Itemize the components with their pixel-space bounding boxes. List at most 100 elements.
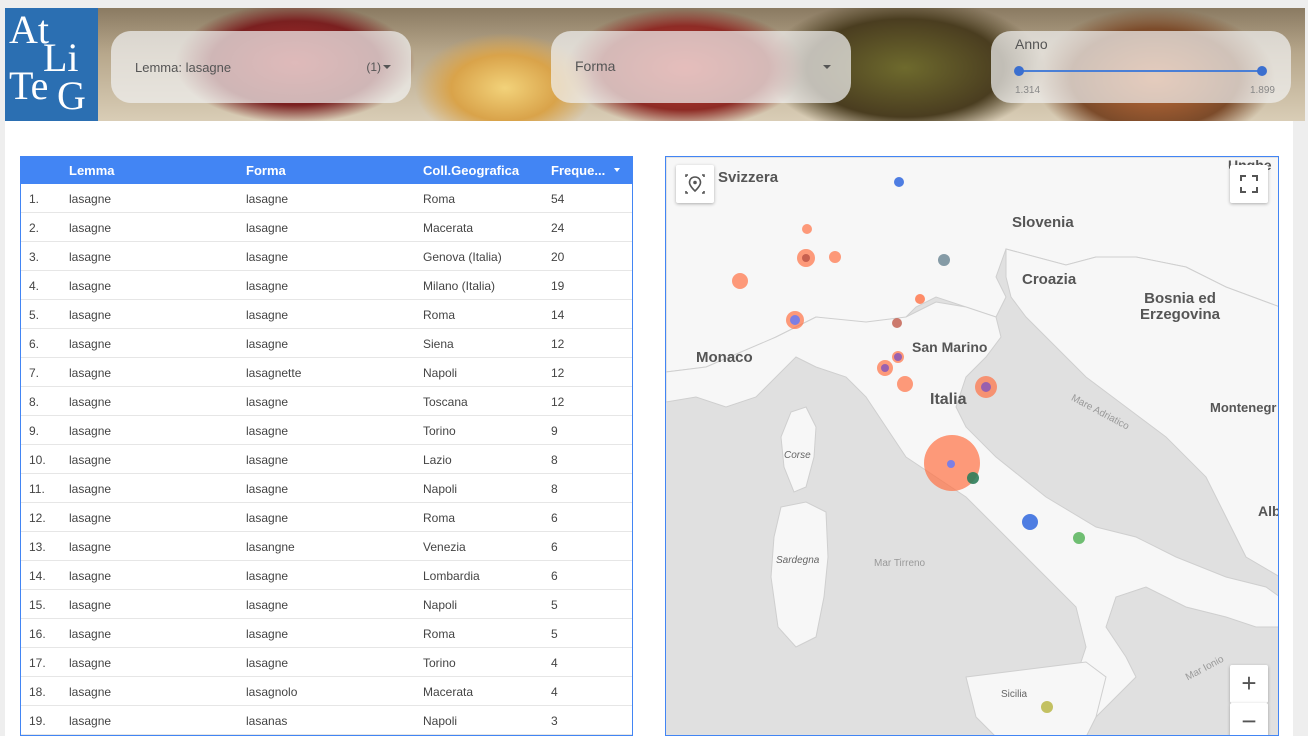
cell-coll-geografica: Lombardia [423, 569, 480, 583]
map-canvas[interactable] [666, 157, 1279, 736]
forma-filter[interactable]: Forma [551, 31, 851, 103]
map-bubble[interactable] [947, 460, 955, 468]
land-sardinia [770, 501, 829, 648]
table-row[interactable]: 19. lasagne lasanas Napoli 3 [21, 706, 632, 735]
table-row[interactable]: 17. lasagne lasagne Torino 4 [21, 648, 632, 677]
table-row[interactable]: 9. lasagne lasagne Torino 9 [21, 416, 632, 445]
cell-lemma: lasagne [69, 482, 112, 496]
cell-lemma: lasagne [69, 424, 112, 438]
cell-forma: lasagne [246, 250, 289, 264]
map-bubble[interactable] [802, 254, 810, 262]
map-bubble[interactable] [967, 472, 979, 484]
table-row[interactable]: 13. lasagne lasangne Venezia 6 [21, 532, 632, 561]
anno-slider-min-handle[interactable] [1014, 66, 1024, 76]
table-row[interactable]: 8. lasagne lasagne Toscana 12 [21, 387, 632, 416]
cell-frequenza: 24 [551, 221, 565, 235]
map-bubble[interactable] [897, 376, 913, 392]
cell-lemma: lasagne [69, 569, 112, 583]
cell-forma: lasangne [246, 540, 295, 554]
zoom-out-button[interactable]: − [1230, 703, 1268, 735]
table-row[interactable]: 3. lasagne lasagne Genova (Italia) 20 [21, 242, 632, 271]
cell-coll-geografica: Roma [423, 511, 456, 525]
row-index: 5. [29, 308, 40, 322]
map-bubble[interactable] [894, 353, 902, 361]
table-row[interactable]: 7. lasagne lasagnette Napoli 12 [21, 358, 632, 387]
lemma-filter[interactable]: Lemma: lasagne (1) [111, 31, 411, 103]
cell-forma: lasagne [246, 511, 289, 525]
sort-descending-icon[interactable] [614, 168, 620, 172]
table-row[interactable]: 1. lasagne lasagne Roma 54 [21, 184, 632, 213]
table-row[interactable]: 6. lasagne lasagne Siena 12 [21, 329, 632, 358]
cell-frequenza: 19 [551, 279, 565, 293]
cell-coll-geografica: Venezia [423, 540, 466, 554]
cell-forma: lasagne [246, 221, 289, 235]
map-label-albania: Alb [1258, 503, 1279, 519]
cell-lemma: lasagne [69, 540, 112, 554]
fullscreen-button[interactable] [1230, 165, 1268, 203]
row-index: 11. [29, 482, 45, 496]
cell-lemma: lasagne [69, 192, 112, 206]
cell-forma: lasagne [246, 308, 289, 322]
cell-frequenza: 9 [551, 424, 558, 438]
location-pin-icon [685, 174, 705, 194]
map-label-corse: Corse [784, 450, 811, 461]
map-bubble[interactable] [892, 318, 902, 328]
table-header: Lemma Forma Coll.Geografica Freque... [21, 157, 632, 184]
row-index: 9. [29, 424, 40, 438]
cell-lemma: lasagne [69, 656, 112, 670]
map-bubble[interactable] [790, 315, 800, 325]
map-bubble[interactable] [1041, 701, 1053, 713]
chevron-down-icon [823, 65, 831, 69]
cell-lemma: lasagne [69, 685, 112, 699]
column-header-lemma[interactable]: Lemma [69, 163, 115, 178]
map-label-bosnia: Bosnia ed Erzegovina [1140, 290, 1221, 323]
map-bubble[interactable] [802, 224, 812, 234]
map-label-sardegna: Sardegna [776, 555, 820, 566]
map-label-croazia: Croazia [1022, 271, 1077, 288]
cell-frequenza: 14 [551, 308, 565, 322]
cell-frequenza: 54 [551, 192, 565, 206]
map-bubble[interactable] [981, 382, 991, 392]
cell-forma: lasanas [246, 714, 288, 728]
table-row[interactable]: 14. lasagne lasagne Lombardia 6 [21, 561, 632, 590]
anno-slider-control: Anno 1.314 1.899 [991, 31, 1291, 103]
cell-coll-geografica: Roma [423, 308, 456, 322]
anno-slider-max-handle[interactable] [1257, 66, 1267, 76]
cell-forma: lasagnolo [246, 685, 298, 699]
table-row[interactable]: 4. lasagne lasagne Milano (Italia) 19 [21, 271, 632, 300]
map-bubble[interactable] [894, 177, 904, 187]
geo-map[interactable]: Svizzera Slovenia Croazia Bosnia ed Erze… [665, 156, 1279, 736]
anno-max-value: 1.899 [1249, 85, 1275, 96]
row-index: 2. [29, 221, 40, 235]
table-row[interactable]: 2. lasagne lasagne Macerata 24 [21, 213, 632, 242]
row-index: 15. [29, 598, 46, 612]
header-banner: At Li Te G Lemma: lasagne (1) Forma Anno… [5, 8, 1305, 121]
map-label-monaco: Monaco [696, 349, 753, 366]
table-row[interactable]: 12. lasagne lasagne Roma 6 [21, 503, 632, 532]
cell-lemma: lasagne [69, 279, 112, 293]
table-row[interactable]: 18. lasagne lasagnolo Macerata 4 [21, 677, 632, 706]
map-bubble[interactable] [732, 273, 748, 289]
table-row[interactable]: 15. lasagne lasagne Napoli 5 [21, 590, 632, 619]
map-bubble[interactable] [915, 294, 925, 304]
map-bubble[interactable] [1022, 514, 1038, 530]
table-row[interactable]: 16. lasagne lasagne Roma 5 [21, 619, 632, 648]
map-bubble[interactable] [829, 251, 841, 263]
column-header-frequenza[interactable]: Freque... [551, 163, 605, 178]
locate-button[interactable] [676, 165, 714, 203]
zoom-in-button[interactable]: + [1230, 665, 1268, 703]
column-header-coll-geografica[interactable]: Coll.Geografica [423, 163, 519, 178]
cell-frequenza: 12 [551, 395, 565, 409]
map-bubble[interactable] [1073, 532, 1085, 544]
table-row[interactable]: 10. lasagne lasagne Lazio 8 [21, 445, 632, 474]
map-bubble[interactable] [881, 364, 889, 372]
anno-min-value: 1.314 [1015, 85, 1041, 96]
table-row[interactable]: 11. lasagne lasagne Napoli 8 [21, 474, 632, 503]
map-label-italia: Italia [930, 391, 967, 408]
table-row[interactable]: 5. lasagne lasagne Roma 14 [21, 300, 632, 329]
column-header-forma[interactable]: Forma [246, 163, 286, 178]
cell-frequenza: 20 [551, 250, 565, 264]
map-bubble[interactable] [938, 254, 950, 266]
map-label-montenegro: Montenegr [1210, 400, 1277, 415]
anno-slider-track[interactable] [1019, 70, 1262, 72]
